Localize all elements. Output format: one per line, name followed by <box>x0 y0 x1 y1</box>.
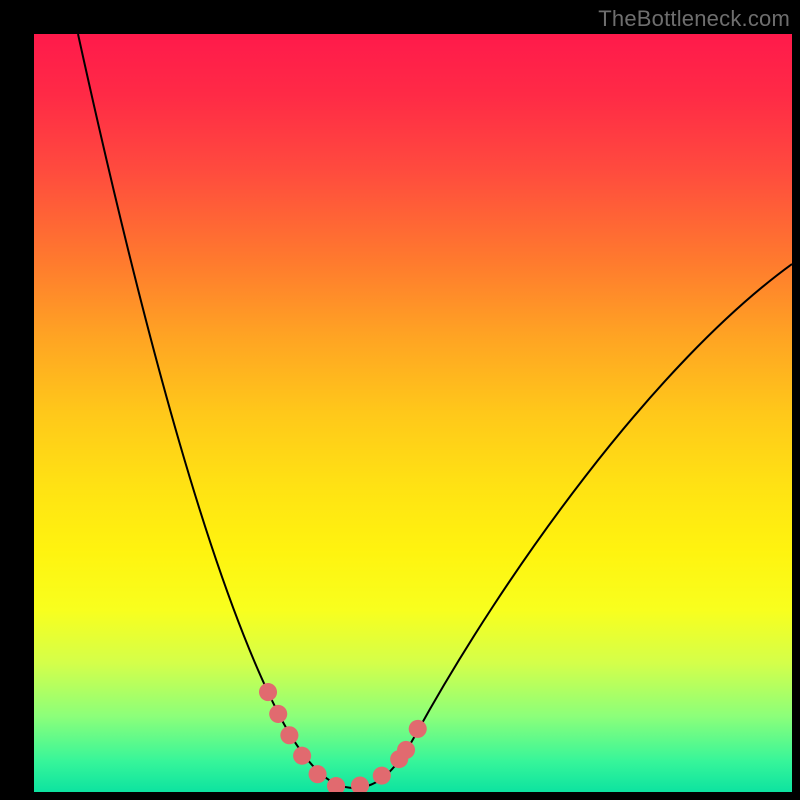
curve-layer <box>34 34 792 792</box>
plot-area <box>34 34 792 792</box>
watermark-text: TheBottleneck.com <box>598 6 790 32</box>
chart-frame: TheBottleneck.com <box>0 0 800 800</box>
bottleneck-curve <box>78 34 792 788</box>
optimal-band-dots <box>268 692 426 787</box>
